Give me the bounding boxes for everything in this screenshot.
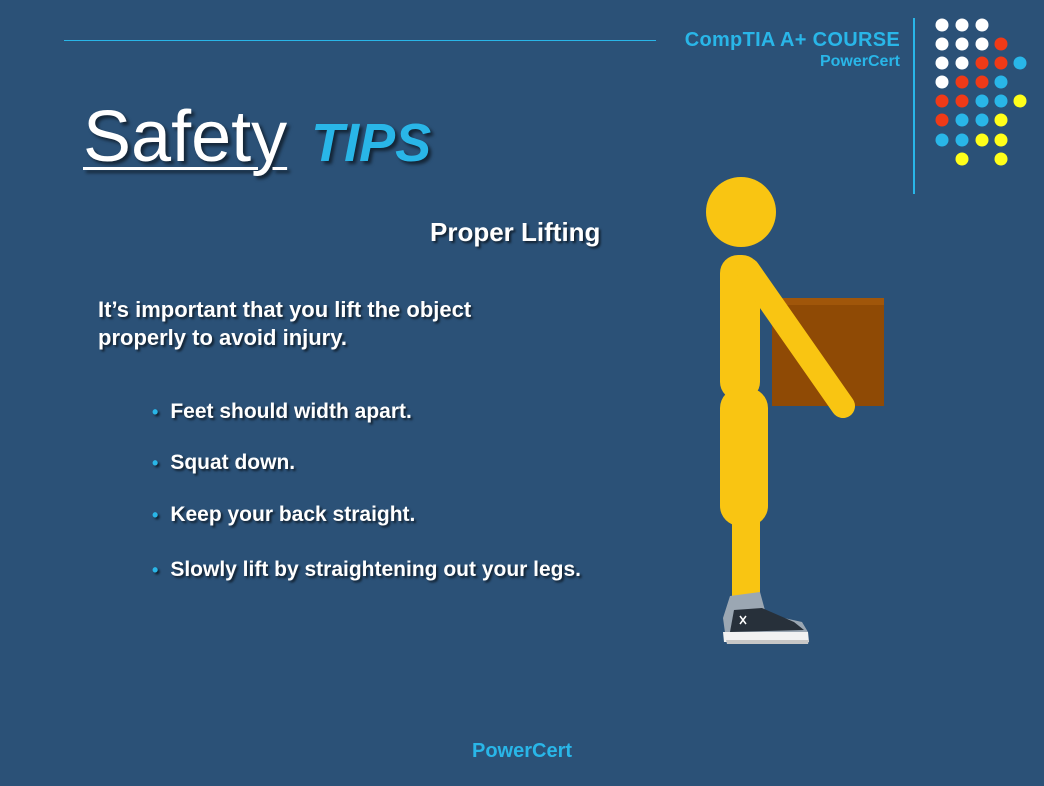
bullet-item: • Slowly lift by straightening out your l… <box>152 558 581 582</box>
slide: CompTIA A+ COURSE PowerCert Safety TIPS … <box>0 0 1044 786</box>
stick-figure-lifting-box-icon <box>706 177 884 644</box>
vertical-divider <box>913 18 915 194</box>
title-main: Safety <box>83 97 288 177</box>
bullet-text: Squat down. <box>170 451 296 474</box>
bullet-dot-icon: • <box>152 402 159 422</box>
footer-brand: PowerCert <box>471 740 573 762</box>
bullet-dot-icon: • <box>152 560 159 580</box>
bullet-text: Slowly lift by straightening out your le… <box>170 558 582 581</box>
bullet-dot-icon: • <box>152 505 159 525</box>
header-divider <box>64 40 656 41</box>
dot-grid-icon <box>935 18 1027 166</box>
bullet-item: • Squat down. <box>152 451 295 475</box>
bullet-text: Feet should width apart. <box>170 400 412 423</box>
bullet-item: • Keep your back straight. <box>152 503 415 527</box>
sneaker-icon <box>723 592 809 644</box>
intro-text: It’s important that you lift the object … <box>98 297 472 350</box>
bullet-text: Keep your back straight. <box>170 503 416 526</box>
bullet-dot-icon: • <box>152 453 159 473</box>
title-accent: TIPS <box>311 113 432 173</box>
page-title: Safety TIPS <box>83 96 431 178</box>
section-subtitle: Proper Lifting <box>430 217 601 247</box>
brand-name: PowerCert <box>819 53 900 70</box>
bullet-item: • Feet should width apart. <box>152 400 412 424</box>
course-title: CompTIA A+ COURSE <box>684 29 900 51</box>
head-icon <box>706 177 776 247</box>
